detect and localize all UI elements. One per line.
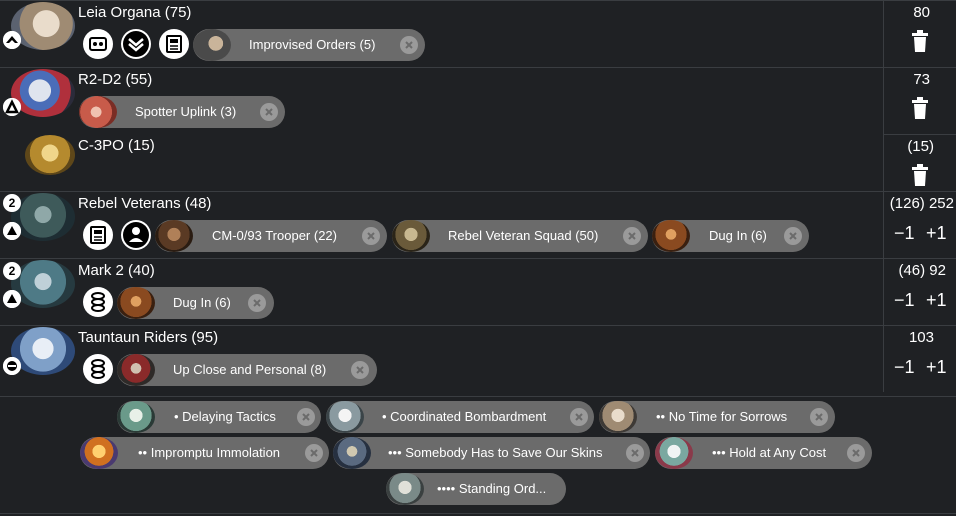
upgrade-chip[interactable]: CM-0/93 Trooper (22)	[155, 220, 387, 252]
command-upgrade-icon[interactable]	[121, 29, 151, 59]
upgrade-label: Spotter Uplink (3)	[135, 104, 237, 119]
gear-upgrade-icon[interactable]	[159, 29, 189, 59]
rank-operative-icon	[3, 98, 21, 116]
remove-icon[interactable]	[260, 103, 278, 121]
unit-points: (46) 92	[898, 262, 946, 279]
command-card-image	[386, 473, 424, 505]
upgrade-image	[193, 29, 231, 61]
command-card-chip[interactable]: • Coordinated Bombardment	[326, 401, 594, 433]
command-card-chip[interactable]: •••• Standing Ord...	[386, 473, 566, 505]
unit-points: (126) 252	[889, 195, 954, 212]
command-card-label: • Delaying Tactics	[174, 409, 276, 424]
trash-icon[interactable]	[910, 164, 930, 188]
unit-points: (15)	[907, 138, 934, 155]
decrement-button[interactable]: −1	[894, 290, 915, 311]
command-card-label: • Coordinated Bombardment	[382, 409, 547, 424]
upgrade-chip[interactable]: Dug In (6)	[652, 220, 809, 252]
unit-count-badge: 2	[3, 194, 21, 212]
trash-icon[interactable]	[910, 30, 930, 54]
unit-title: R2-D2 (55)	[78, 71, 153, 88]
comms-upgrade-icon[interactable]	[83, 29, 113, 59]
upgrade-image	[155, 220, 193, 252]
unit-title: C-3PO (15)	[78, 137, 155, 154]
ordnance-upgrade-icon[interactable]	[83, 287, 113, 317]
unit-title: Tauntaun Riders (95)	[78, 329, 219, 346]
command-card-image	[326, 401, 364, 433]
command-card-chip[interactable]: • Delaying Tactics	[117, 401, 321, 433]
upgrade-label: Up Close and Personal (8)	[173, 362, 327, 377]
upgrade-label: Rebel Veteran Squad (50)	[448, 228, 599, 243]
remove-icon[interactable]	[784, 227, 802, 245]
command-card-chip[interactable]: •• No Time for Sorrows	[599, 401, 835, 433]
upgrade-label: Dug In (6)	[173, 295, 231, 310]
unit-title: Mark 2 (40)	[78, 262, 155, 279]
upgrade-label: CM-0/93 Trooper (22)	[212, 228, 337, 243]
rank-commander-icon	[3, 31, 21, 49]
gear-upgrade-icon[interactable]	[83, 220, 113, 250]
upgrade-label: Improvised Orders (5)	[249, 37, 376, 52]
upgrade-label: Dug In (6)	[709, 228, 767, 243]
unit-count-badge: 2	[3, 262, 21, 280]
command-card-label: ••• Somebody Has to Save Our Skins	[388, 445, 603, 460]
upgrade-image	[117, 354, 155, 386]
rank-cavalry-icon	[3, 357, 21, 375]
remove-icon[interactable]	[810, 408, 828, 426]
unit-points: 73	[913, 71, 930, 88]
command-card-chip[interactable]: ••• Somebody Has to Save Our Skins	[333, 437, 650, 469]
rank-corps-icon	[3, 222, 21, 240]
command-card-image	[599, 401, 637, 433]
decrement-button[interactable]: −1	[894, 223, 915, 244]
unit-title: Rebel Veterans (48)	[78, 195, 212, 212]
command-card-image	[80, 437, 118, 469]
trash-icon[interactable]	[910, 97, 930, 121]
increment-button[interactable]: +1	[926, 290, 947, 311]
ordnance-upgrade-icon[interactable]	[83, 354, 113, 384]
increment-button[interactable]: +1	[926, 223, 947, 244]
command-card-label: •••• Standing Ord...	[437, 481, 547, 496]
personnel-upgrade-icon[interactable]	[121, 220, 151, 250]
upgrade-chip[interactable]: Spotter Uplink (3)	[79, 96, 285, 128]
remove-icon[interactable]	[362, 227, 380, 245]
command-card-label: ••• Hold at Any Cost	[712, 445, 827, 460]
unit-points: 80	[913, 4, 930, 21]
command-card-image	[333, 437, 371, 469]
remove-icon[interactable]	[248, 294, 266, 312]
command-card-label: •• Impromptu Immolation	[138, 445, 281, 460]
upgrade-chip[interactable]: Dug In (6)	[117, 287, 274, 319]
upgrade-image	[392, 220, 430, 252]
command-card-chip[interactable]: •• Impromptu Immolation	[80, 437, 329, 469]
upgrade-image	[117, 287, 155, 319]
command-card-chip[interactable]: ••• Hold at Any Cost	[655, 437, 872, 469]
unit-portrait[interactable]	[25, 135, 75, 175]
upgrade-image	[652, 220, 690, 252]
remove-icon[interactable]	[305, 444, 323, 462]
remove-icon[interactable]	[626, 444, 644, 462]
remove-icon[interactable]	[847, 444, 865, 462]
command-card-image	[117, 401, 155, 433]
decrement-button[interactable]: −1	[894, 357, 915, 378]
remove-icon[interactable]	[351, 361, 369, 379]
unit-points: 103	[908, 329, 934, 346]
unit-title: Leia Organa (75)	[78, 4, 192, 21]
upgrade-chip[interactable]: Rebel Veteran Squad (50)	[392, 220, 648, 252]
increment-button[interactable]: +1	[926, 357, 947, 378]
remove-icon[interactable]	[297, 408, 315, 426]
upgrade-chip[interactable]: Improvised Orders (5)	[193, 29, 425, 61]
remove-icon[interactable]	[623, 227, 641, 245]
upgrade-chip[interactable]: Up Close and Personal (8)	[117, 354, 377, 386]
rank-support-icon	[3, 290, 21, 308]
command-card-label: •• No Time for Sorrows	[656, 409, 788, 424]
remove-icon[interactable]	[570, 408, 588, 426]
command-card-image	[655, 437, 693, 469]
remove-icon[interactable]	[400, 36, 418, 54]
upgrade-image	[79, 96, 117, 128]
